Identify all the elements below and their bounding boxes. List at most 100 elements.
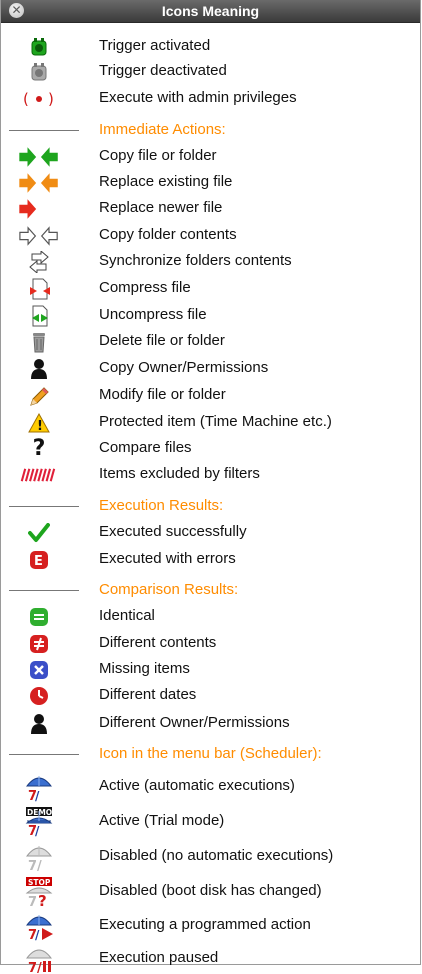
legend-label: Items excluded by filters bbox=[99, 465, 260, 482]
legend-row: Synchronize folders contents bbox=[1, 249, 420, 275]
different-contents-icon bbox=[19, 631, 59, 657]
legend-row: STOP 7? Disabled (boot disk has changed) bbox=[1, 877, 420, 907]
section-header: Comparison Results: bbox=[1, 578, 420, 604]
legend-row: 7/Executing a programmed action bbox=[1, 913, 420, 941]
legend-label: Delete file or folder bbox=[99, 332, 225, 349]
legend-label: Active (Trial mode) bbox=[99, 812, 225, 829]
replace-existing-arrows-icon bbox=[19, 170, 59, 196]
legend-row: Missing items bbox=[1, 657, 420, 683]
pencil-icon bbox=[19, 383, 59, 409]
legend-label: Executing a programmed action bbox=[99, 916, 311, 933]
legend-row: Copy Owner/Permissions bbox=[1, 356, 420, 382]
trigger-deactivated-icon bbox=[19, 59, 59, 85]
legend-label: Uncompress file bbox=[99, 306, 207, 323]
umbrella-paused-icon: 7/ bbox=[19, 946, 59, 974]
legend-label: Replace newer file bbox=[99, 199, 223, 216]
legend-label: Copy folder contents bbox=[99, 226, 237, 243]
legend-row: Trigger activated bbox=[1, 34, 420, 60]
legend-row: Executed successfully bbox=[1, 520, 420, 546]
svg-text:/: / bbox=[35, 824, 40, 837]
umbrella-executing-icon: 7/ bbox=[19, 913, 59, 941]
legend-row: () Execute with admin privileges bbox=[1, 86, 420, 112]
legend-label: Missing items bbox=[99, 660, 190, 677]
umbrella-disabled-icon: 7/ bbox=[19, 844, 59, 872]
legend-label: Identical bbox=[99, 607, 155, 624]
svg-text:?: ? bbox=[38, 892, 47, 907]
legend-row: Identical bbox=[1, 604, 420, 630]
legend-row: Copy file or folder bbox=[1, 144, 420, 170]
legend-row: Different Owner/Permissions bbox=[1, 711, 420, 737]
legend-row: Replace existing file bbox=[1, 170, 420, 196]
svg-text:!: ! bbox=[37, 419, 43, 433]
legend-label: Compare files bbox=[99, 439, 192, 456]
replace-newer-arrow-icon bbox=[19, 196, 59, 222]
demo-badge-text: DEMO bbox=[27, 808, 52, 817]
legend-row: E Executed with errors bbox=[1, 547, 420, 573]
identical-icon bbox=[19, 604, 59, 630]
trash-icon bbox=[19, 329, 59, 355]
copy-arrows-icon bbox=[19, 144, 59, 170]
legend-row: Delete file or folder bbox=[1, 329, 420, 355]
legend-label: Compress file bbox=[99, 279, 191, 296]
legend-row: ! Protected item (Time Machine etc.) bbox=[1, 410, 420, 436]
legend-label: Replace existing file bbox=[99, 173, 233, 190]
svg-text:/: / bbox=[35, 928, 40, 941]
warning-icon: ! bbox=[19, 410, 59, 436]
legend-label: Trigger activated bbox=[99, 37, 211, 54]
svg-text:7/: 7/ bbox=[28, 859, 42, 872]
svg-text:): ) bbox=[48, 90, 54, 108]
section-header-label: Execution Results: bbox=[99, 497, 224, 514]
stop-badge-text: STOP bbox=[28, 878, 51, 887]
umbrella-stop-icon: STOP 7? bbox=[19, 877, 59, 907]
legend-row: 7/Disabled (no automatic executions) bbox=[1, 844, 420, 872]
legend-row: Modify file or folder bbox=[1, 383, 420, 409]
legend-label: Active (automatic executions) bbox=[99, 777, 295, 794]
admin-privileges-icon: () bbox=[19, 86, 59, 112]
legend-label: Executed with errors bbox=[99, 550, 236, 567]
legend-row: Different dates bbox=[1, 683, 420, 709]
legend-row: 7/Execution paused bbox=[1, 946, 420, 974]
owner-person-icon bbox=[19, 711, 59, 737]
legend-row: Trigger deactivated bbox=[1, 59, 420, 85]
error-e-icon: E bbox=[19, 547, 59, 573]
legend-label: Copy file or folder bbox=[99, 147, 217, 164]
legend-row: Replace newer file bbox=[1, 196, 420, 222]
title-bar: ✕ Icons Meaning bbox=[1, 0, 420, 23]
section-header: Immediate Actions: bbox=[1, 118, 420, 144]
umbrella-active-icon: 7/ bbox=[19, 774, 59, 802]
legend-row: Copy folder contents bbox=[1, 223, 420, 249]
uncompress-file-icon bbox=[19, 303, 59, 329]
owner-person-icon bbox=[19, 356, 59, 382]
missing-items-icon bbox=[19, 657, 59, 683]
question-mark-icon: ? bbox=[32, 436, 46, 461]
legend-row: ? Compare files bbox=[1, 436, 420, 462]
svg-text:E: E bbox=[34, 554, 43, 569]
legend-row: Compress file bbox=[1, 276, 420, 302]
legend-label: Different contents bbox=[99, 634, 217, 651]
clock-icon bbox=[19, 683, 59, 709]
section-header: Icon in the menu bar (Scheduler): bbox=[1, 742, 420, 768]
svg-text:(: ( bbox=[23, 90, 29, 108]
legend-row: Uncompress file bbox=[1, 303, 420, 329]
legend-label: Synchronize folders contents bbox=[99, 252, 292, 269]
section-header-label: Comparison Results: bbox=[99, 581, 239, 598]
legend-label: Execution paused bbox=[99, 949, 219, 966]
checkmark-icon bbox=[19, 520, 59, 546]
legend-label: Trigger deactivated bbox=[99, 62, 227, 79]
umbrella-demo-icon: DEMO 7/ bbox=[19, 807, 59, 837]
legend-label: Modify file or folder bbox=[99, 386, 226, 403]
legend-label: Copy Owner/Permissions bbox=[99, 359, 269, 376]
compress-file-icon bbox=[19, 276, 59, 302]
legend-label: Disabled (no automatic executions) bbox=[99, 847, 334, 864]
section-header-label: Icon in the menu bar (Scheduler): bbox=[99, 745, 322, 762]
icons-meaning-window: ✕ Icons Meaning Trigger activated Trigger… bbox=[0, 0, 421, 974]
filter-stripes-icon bbox=[19, 462, 59, 488]
svg-text:7/: 7/ bbox=[28, 961, 42, 974]
copy-contents-arrows-icon bbox=[19, 223, 59, 249]
legend-label: Execute with admin privileges bbox=[99, 89, 297, 106]
legend-label: Different dates bbox=[99, 686, 197, 703]
section-header-label: Immediate Actions: bbox=[99, 121, 226, 138]
svg-text:/: / bbox=[35, 789, 40, 802]
section-divider bbox=[9, 754, 79, 755]
section-divider bbox=[9, 130, 79, 131]
